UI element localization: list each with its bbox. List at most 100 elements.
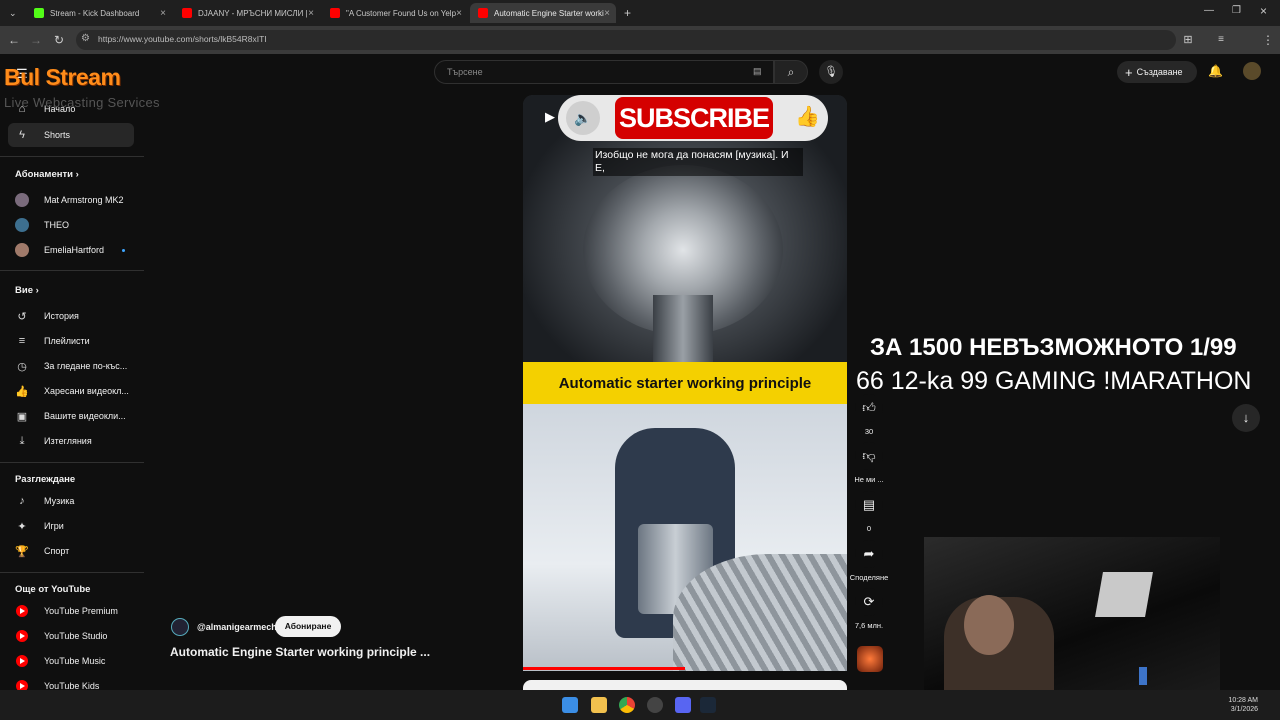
sound-thumbnail[interactable]	[857, 646, 883, 672]
tab-kick-dashboard[interactable]: Stream - Kick Dashboard ×	[26, 3, 172, 23]
channel-name: THEO	[44, 220, 70, 230]
sidebar-item-history[interactable]: ↺ История	[8, 304, 134, 328]
sidebar-item-downloads[interactable]: ⤓ Изтегляния	[8, 429, 134, 453]
account-avatar[interactable]	[1243, 62, 1261, 80]
comment-action[interactable]: ▤ 0	[855, 491, 883, 533]
new-content-dot	[122, 248, 126, 252]
microphone-icon[interactable]: 🎙	[819, 60, 843, 84]
channel-handle[interactable]: @almanigearmech	[197, 622, 277, 632]
sidebar-divider	[0, 270, 144, 271]
dislike-action[interactable]: 👎︎ Не ми ...	[854, 442, 884, 484]
youtube-icon	[478, 8, 488, 18]
sidebar-item-label: Плейлисти	[44, 336, 90, 346]
share-icon[interactable]: ➦	[855, 540, 883, 568]
starter-shaft	[653, 295, 713, 362]
sidebar-item-shorts[interactable]: ϟ Shorts	[8, 123, 134, 147]
tab-yelp[interactable]: "A Customer Found Us on Yelp ×	[322, 3, 468, 23]
discord-icon[interactable]	[675, 697, 691, 713]
search-icon[interactable]: ⌕	[774, 60, 808, 84]
you-heading[interactable]: Вие ›	[15, 285, 39, 296]
create-button[interactable]: + Създаване	[1117, 61, 1197, 83]
close-tab-icon[interactable]: ×	[604, 8, 610, 19]
gamepad-icon: ✦	[17, 520, 27, 533]
sidebar-item-gaming[interactable]: ✦ Игри	[8, 514, 134, 538]
sidebar-item-liked[interactable]: 👍 Харесани видеокл...	[8, 379, 134, 403]
channel-avatar[interactable]	[171, 618, 189, 636]
dislike-icon[interactable]: 👎︎	[855, 442, 883, 470]
mute-icon[interactable]: 🔈	[566, 101, 600, 135]
extensions-icon[interactable]: ⊞	[1180, 32, 1196, 48]
chrome-icon[interactable]	[619, 697, 635, 713]
next-video-arrow-icon[interactable]: ↓	[1232, 404, 1260, 432]
short-video-player[interactable]: Automatic starter working principle ▶ 🔈 …	[523, 95, 847, 671]
like-action[interactable]: 👍︎ 30	[855, 394, 883, 436]
play-icon[interactable]: ▶	[545, 109, 555, 125]
tab-djaany[interactable]: DJAANY - МРЪСНИ МИСЛИ | ×	[174, 3, 320, 23]
tab-search-button[interactable]: ⌄	[6, 3, 22, 23]
browser-menu-icon[interactable]: ⋮	[1260, 32, 1276, 48]
like-icon[interactable]: 👍︎	[855, 394, 883, 422]
subscribe-button[interactable]: Абониране	[275, 616, 341, 637]
next-short-preview[interactable]	[523, 680, 847, 690]
avatar	[15, 243, 29, 257]
close-tab-icon[interactable]: ×	[456, 8, 462, 19]
sidebar-item-your-videos[interactable]: ▣ Вашите видеокли...	[8, 404, 134, 428]
close-window-icon[interactable]: ×	[1260, 4, 1267, 18]
sidebar-item-label: История	[44, 311, 79, 321]
minimize-icon[interactable]: —	[1204, 5, 1214, 16]
close-tab-icon[interactable]: ×	[308, 8, 314, 19]
channel-name: EmeliaHartford	[44, 245, 105, 255]
start-icon[interactable]	[562, 697, 578, 713]
plus-icon: +	[1125, 64, 1133, 80]
webcam-feed	[924, 537, 1220, 690]
remix-icon[interactable]: ⟳	[855, 588, 883, 616]
remix-action[interactable]: ⟳ 7,6 млн.	[855, 588, 883, 630]
short-title[interactable]: Automatic Engine Starter working princip…	[170, 645, 430, 659]
new-tab-button[interactable]: +	[620, 3, 638, 23]
sidebar-item-subscription[interactable]: EmeliaHartford	[8, 238, 134, 262]
windows-taskbar	[0, 690, 1280, 720]
reading-list-icon[interactable]: ≡	[1213, 32, 1229, 48]
sidebar-item-subscription[interactable]: Mat Armstrong MK2	[8, 188, 134, 212]
sidebar-item-label: YouTube Studio	[44, 631, 108, 641]
youtube-premium-icon	[16, 605, 28, 617]
share-action[interactable]: ➦ Споделяне	[850, 540, 888, 582]
comment-icon[interactable]: ▤	[855, 491, 883, 519]
steam-icon[interactable]	[700, 697, 716, 713]
close-tab-icon[interactable]: ×	[160, 8, 166, 19]
section-title: Абонаменти	[15, 169, 73, 180]
site-info-icon[interactable]: ⚙	[81, 33, 90, 44]
video-icon: ▣	[16, 410, 28, 423]
sidebar-item-playlists[interactable]: ≡ Плейлисти	[8, 329, 134, 353]
sidebar-item-youtube-music[interactable]: YouTube Music	[8, 649, 134, 673]
tab-automatic-starter[interactable]: Automatic Engine Starter worki ×	[470, 3, 616, 23]
sidebar-divider	[0, 462, 144, 463]
more-from-youtube-heading: Още от YouTube	[15, 584, 91, 595]
softbox-light	[1095, 572, 1153, 617]
sidebar-item-label: Игри	[44, 521, 64, 531]
url-text[interactable]: https://www.youtube.com/shorts/lkB54R8xI…	[98, 34, 267, 44]
keyboard-icon[interactable]: ▤	[753, 66, 762, 77]
stream-overlay-line2: 66 12-ka 99 GAMING !MARATHON	[856, 367, 1252, 395]
sidebar-item-watch-later[interactable]: ◷ За гледане по-къс...	[8, 354, 134, 378]
sidebar-item-sports[interactable]: 🏆 Спорт	[8, 539, 134, 563]
remix-count: 7,6 млн.	[854, 621, 884, 630]
notifications-bell-icon[interactable]: 🔔	[1208, 64, 1223, 78]
subscriptions-heading[interactable]: Абонаменти ›	[15, 169, 79, 180]
sidebar-item-youtube-studio[interactable]: YouTube Studio	[8, 624, 134, 648]
restore-icon[interactable]: ❐	[1232, 5, 1241, 16]
file-explorer-icon[interactable]	[591, 697, 607, 713]
forward-icon[interactable]: →	[28, 32, 44, 48]
sidebar-item-music[interactable]: ♪ Музика	[8, 489, 134, 513]
reload-icon[interactable]: ↻	[51, 32, 67, 48]
obs-icon[interactable]	[647, 697, 663, 713]
video-progress-bar[interactable]	[523, 667, 685, 670]
taskbar-clock[interactable]: 10:28 AM 3/1/2026	[1218, 696, 1258, 714]
back-icon[interactable]: ←	[6, 32, 22, 48]
search-input[interactable]: Търсене	[447, 67, 483, 77]
sidebar-item-subscription[interactable]: THEO	[8, 213, 134, 237]
like-count: 30	[864, 427, 874, 436]
youtube-icon	[330, 8, 340, 18]
sidebar-item-youtube-premium[interactable]: YouTube Premium	[8, 599, 134, 623]
search-box[interactable]: Търсене ▤	[434, 60, 774, 84]
